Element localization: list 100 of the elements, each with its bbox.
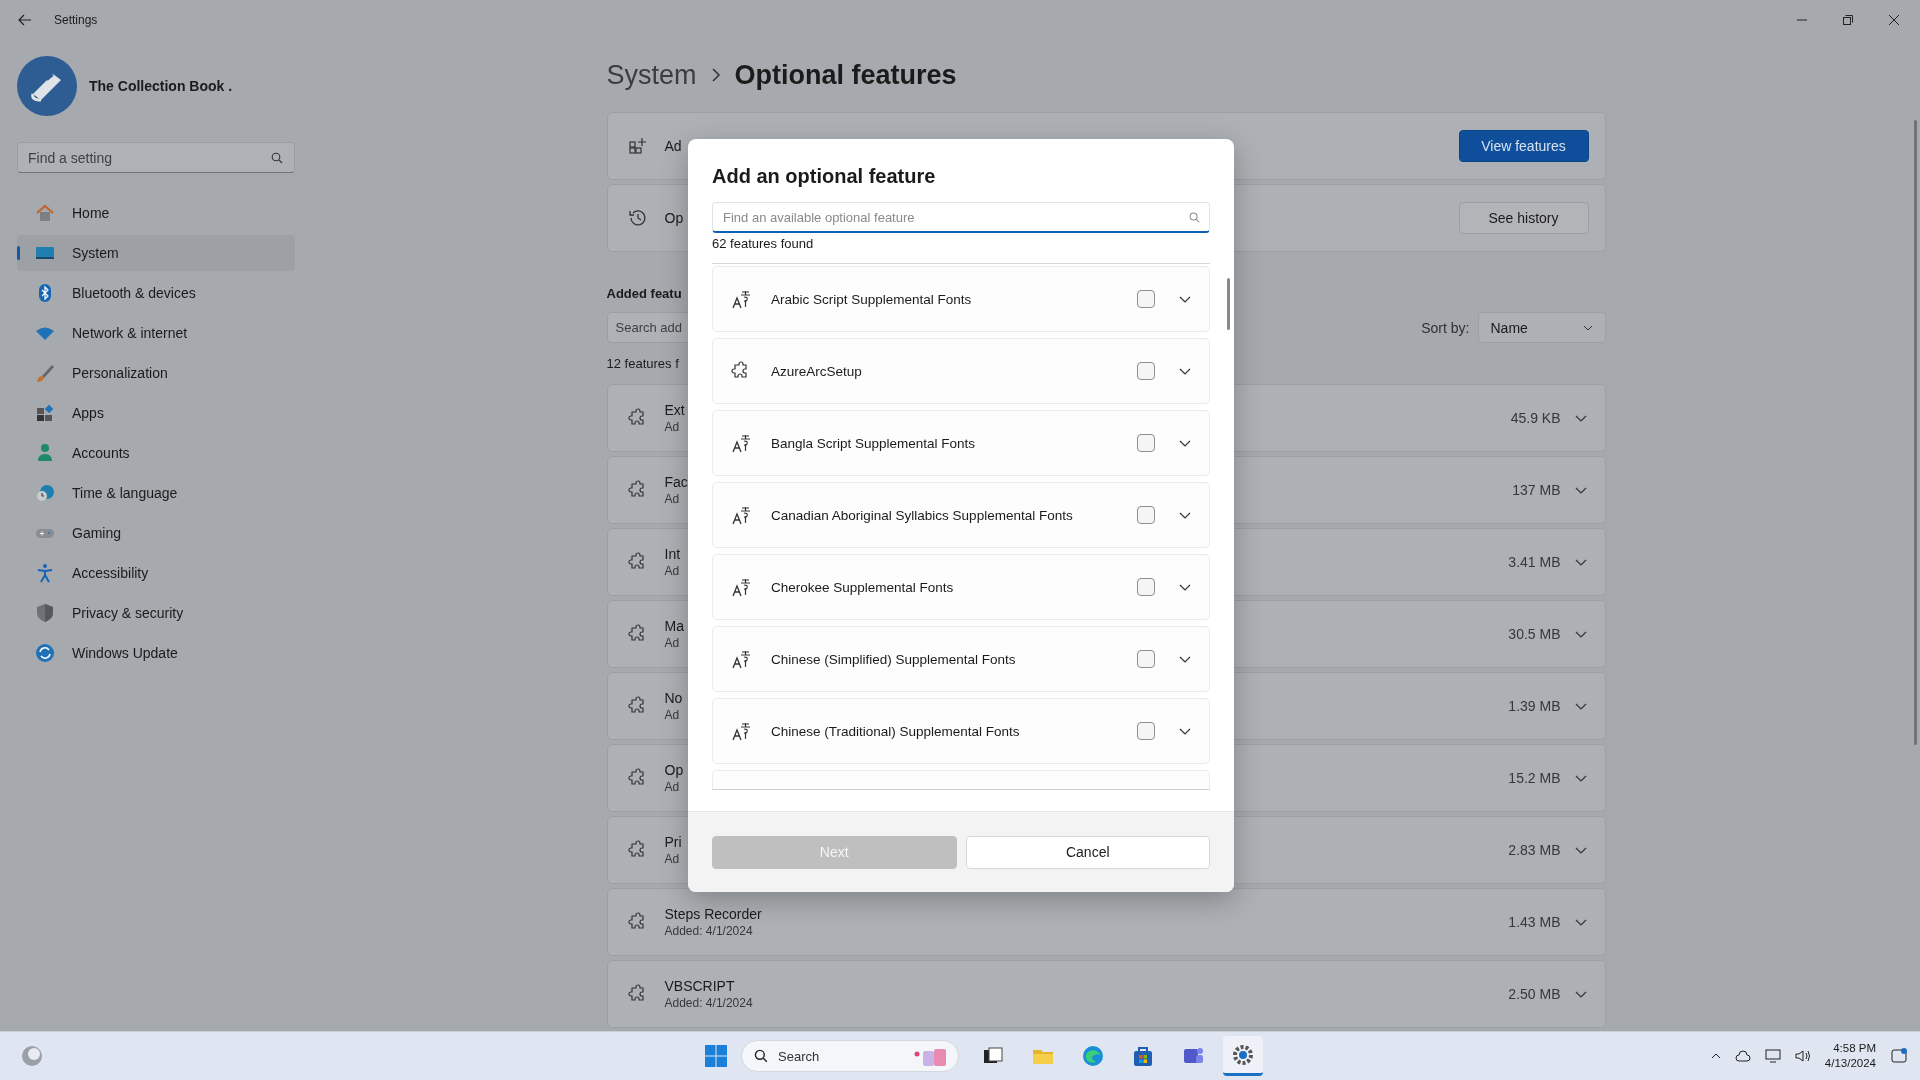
checkbox[interactable] xyxy=(1137,650,1155,668)
checkbox[interactable] xyxy=(1137,578,1155,596)
feature-date: Ad xyxy=(664,420,681,434)
feature-size: 30.5 MB xyxy=(1508,626,1561,642)
history-icon xyxy=(627,208,648,228)
chevron-down-icon[interactable] xyxy=(1179,439,1191,447)
update-icon xyxy=(35,643,55,663)
dialog-title: Add an optional feature xyxy=(712,165,937,189)
view-features-button[interactable]: View features xyxy=(1458,130,1589,162)
feature-name: Op xyxy=(664,762,684,778)
chevron-down-icon[interactable] xyxy=(1179,655,1191,663)
nav-item[interactable]: Accounts xyxy=(17,435,295,471)
chevron-down-icon[interactable] xyxy=(1574,774,1587,782)
feature-item[interactable]: Canadian Aboriginal Syllabics Supplemental Fonts xyxy=(712,482,1210,548)
feature-size: 1.39 MB xyxy=(1508,698,1561,714)
chevron-down-icon[interactable] xyxy=(1179,727,1191,735)
see-history-button[interactable]: See history xyxy=(1458,202,1589,234)
chevron-down-icon[interactable] xyxy=(1179,511,1191,519)
speaker-icon[interactable] xyxy=(1794,1049,1811,1063)
search-icon xyxy=(754,1049,768,1064)
feature-item[interactable]: Cherokee Supplemental Fonts xyxy=(712,554,1210,620)
nav-item[interactable]: Home xyxy=(17,195,295,231)
store-bag-icon xyxy=(1132,1045,1154,1068)
chevron-down-icon[interactable] xyxy=(1574,846,1587,854)
feature-date: Ad xyxy=(664,636,681,650)
feature-row[interactable]: Steps Recorder Added: 4/1/2024 1.43 MB xyxy=(606,888,1606,956)
font-icon xyxy=(731,577,751,597)
feature-item[interactable]: Bangla Script Supplemental Fonts xyxy=(712,410,1210,476)
chevron-down-icon[interactable] xyxy=(1574,702,1587,710)
chevron-down-icon[interactable] xyxy=(1574,630,1587,638)
checkbox[interactable] xyxy=(1137,362,1155,380)
card-label: Ad xyxy=(664,138,682,154)
feature-name: AzureArcSetup xyxy=(771,363,863,379)
sort-label: Sort by: xyxy=(1421,319,1470,336)
chevron-down-icon[interactable] xyxy=(1179,295,1191,303)
font-icon xyxy=(731,433,751,453)
search-field[interactable]: Find a setting xyxy=(17,142,295,173)
monitor-icon[interactable] xyxy=(1764,1049,1781,1063)
feature-name: Int xyxy=(664,546,681,562)
feature-name: Pri xyxy=(664,834,682,850)
feature-item[interactable]: Chinese (Simplified) Supplemental Fonts xyxy=(712,626,1210,692)
nav-item[interactable]: System xyxy=(17,235,295,271)
notification-icon[interactable] xyxy=(1890,1047,1908,1065)
scrollbar[interactable] xyxy=(1227,278,1230,330)
chevron-right-icon xyxy=(710,68,721,82)
nav-item[interactable]: Bluetooth & devices xyxy=(17,275,295,311)
cancel-button[interactable]: Cancel xyxy=(965,835,1210,869)
section-heading: Added featu xyxy=(606,286,682,301)
feature-name: Steps Recorder xyxy=(664,906,762,922)
checkbox[interactable] xyxy=(1137,290,1155,308)
chevron-down-icon xyxy=(1582,324,1593,331)
nav-item[interactable]: Time & language xyxy=(17,475,295,511)
feature-size: 2.50 MB xyxy=(1508,986,1561,1002)
chevron-down-icon[interactable] xyxy=(1179,583,1191,591)
sort-dropdown[interactable]: Name xyxy=(1477,312,1606,343)
search-icon xyxy=(271,152,283,164)
feature-name: No xyxy=(664,690,683,706)
back-icon[interactable] xyxy=(18,14,32,26)
checkbox[interactable] xyxy=(1137,506,1155,524)
chevron-down-icon[interactable] xyxy=(1574,990,1587,998)
nav-item[interactable]: Network & internet xyxy=(17,315,295,351)
feature-date: Ad xyxy=(664,492,681,506)
nav-item[interactable]: Privacy & security xyxy=(17,595,295,631)
shield-icon xyxy=(35,603,55,623)
chevron-down-icon[interactable] xyxy=(1574,414,1587,422)
feature-date: Added: 4/1/2024 xyxy=(664,996,753,1010)
restore-icon[interactable] xyxy=(1842,14,1854,26)
cloud-icon[interactable] xyxy=(1734,1050,1751,1062)
taskbar-search[interactable]: Search xyxy=(741,1040,959,1073)
nav-item[interactable]: Accessibility xyxy=(17,555,295,591)
feature-row[interactable]: VBSCRIPT Added: 4/1/2024 2.50 MB xyxy=(606,960,1606,1028)
nav-item[interactable]: Personalization xyxy=(17,355,295,391)
nav-item[interactable]: Apps xyxy=(17,395,295,431)
card-label: Op xyxy=(664,210,684,226)
nav-item[interactable]: Gaming xyxy=(17,515,295,551)
chevron-up-icon[interactable] xyxy=(1710,1053,1721,1059)
chevron-down-icon[interactable] xyxy=(1574,558,1587,566)
result-count: 62 features found xyxy=(712,236,815,253)
chevron-down-icon[interactable] xyxy=(1179,367,1191,375)
person-icon xyxy=(35,443,55,463)
breadcrumb-link[interactable]: System xyxy=(606,59,697,91)
search-icon xyxy=(1189,212,1200,223)
nav-item[interactable]: Windows Update xyxy=(17,635,295,671)
close-icon[interactable] xyxy=(1888,14,1900,26)
apps-icon xyxy=(35,403,55,423)
clock[interactable]: 4:58 PM 4/13/2024 xyxy=(1824,1041,1876,1071)
feature-item[interactable]: Chinese (Traditional) Supplemental Fonts xyxy=(712,698,1210,764)
checkbox[interactable] xyxy=(1137,434,1155,452)
feature-item[interactable]: AzureArcSetup xyxy=(712,338,1210,404)
browser-icon xyxy=(1082,1045,1104,1068)
checkbox[interactable] xyxy=(1137,722,1155,740)
taskbar-app[interactable] xyxy=(1223,1036,1263,1077)
scrollbar[interactable] xyxy=(1914,120,1917,745)
feature-item[interactable]: Arabic Script Supplemental Fonts xyxy=(712,266,1210,332)
chevron-down-icon[interactable] xyxy=(1574,486,1587,494)
chevron-down-icon[interactable] xyxy=(1574,918,1587,926)
feature-size: 15.2 MB xyxy=(1508,770,1561,786)
windows-start-icon[interactable] xyxy=(705,1045,727,1068)
account-name: The Collection Book . xyxy=(89,78,233,94)
feature-date: Ad xyxy=(664,708,681,722)
